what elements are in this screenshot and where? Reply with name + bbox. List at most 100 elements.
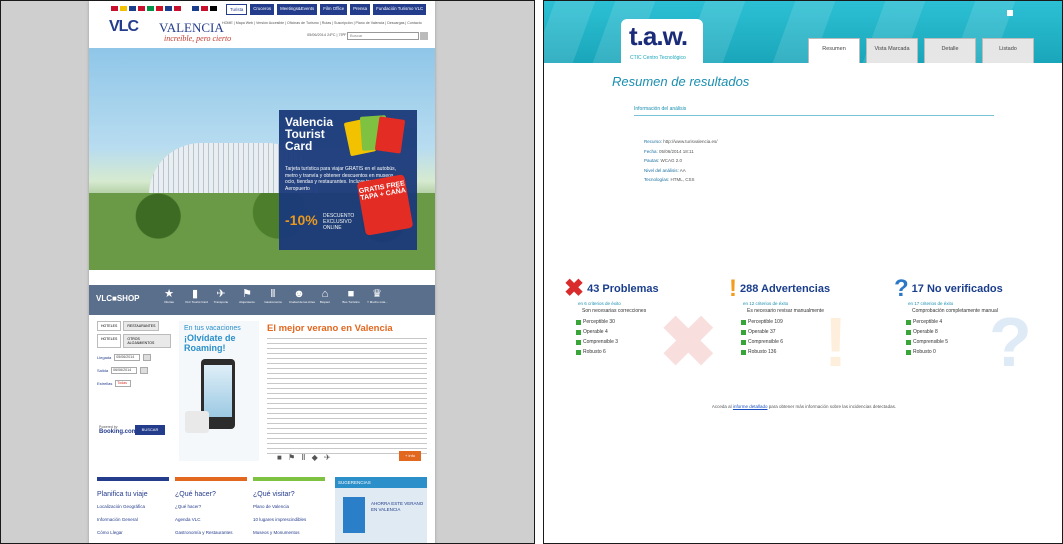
plus-icon[interactable] [741,349,746,355]
close-icon[interactable] [1007,10,1013,16]
calendar-icon[interactable] [140,367,149,374]
tourist-cards-image [343,115,409,157]
shop-item[interactable]: ⚑ Alojamiento [237,288,257,304]
column-link[interactable]: Agenda VLC [175,516,247,524]
plus-icon[interactable] [576,339,581,345]
tab-listado[interactable]: Listado [982,38,1034,63]
language-flag-icon[interactable] [120,6,127,11]
column-link[interactable]: Plano de Valencia [253,503,325,511]
tab-resumen[interactable]: Resumen [808,38,860,63]
calendar-icon[interactable] [143,354,152,361]
column-bar [175,477,247,481]
summary-item[interactable]: Robusto 136 [741,347,879,357]
plus-icon[interactable] [906,339,911,345]
roaming-ad[interactable]: En tus vacaciones ¡Olvídate de Roaming! [179,321,259,461]
summary-item[interactable]: Operable 37 [741,327,879,337]
column-title[interactable]: ¿Qué visitar? [253,491,325,498]
topnav-item[interactable]: Meetings&Events [277,4,318,15]
language-flag-icon[interactable] [201,6,208,11]
plus-icon[interactable] [576,349,581,355]
stars-select[interactable]: Todas [115,380,132,387]
column-link[interactable]: Museos y Monumentos [253,529,325,537]
vlc-shop-bar: VLC■SHOP ★ Ofertas ▮ VLC Tourist Card ✈ Trans… [89,285,435,315]
stars-row: Estrellas Todas [97,380,171,387]
shop-item-icon: ⌂ [321,288,329,300]
shop-item[interactable]: ■ Bus Turístico [341,288,361,304]
column-link[interactable]: Gastronomía y Restaurantes [175,529,247,537]
column-link[interactable]: Cómo Llegar [97,529,169,537]
more-info-button[interactable]: + info [399,451,421,461]
detailed-report-link[interactable]: informe detallado [733,404,768,409]
suggestions-box[interactable]: SUGERENCIAS AHORRA ESTE VERANO EN VALENC… [335,477,427,543]
summary-watermark-icon: ✖ [659,303,718,381]
topnav-item[interactable]: Prensa [350,4,371,15]
tab-detalle[interactable]: Detalle [924,38,976,63]
language-flag-icon[interactable] [156,6,163,11]
departure-input[interactable]: 06/06/2014 [111,367,138,374]
column-title[interactable]: ¿Qué hacer? [175,491,247,498]
summary-item[interactable]: Perceptible 109 [741,317,879,327]
shop-item-icon: ✈ [216,288,226,300]
plus-icon[interactable] [906,349,911,355]
language-flag-icon[interactable] [210,6,217,11]
plus-icon[interactable] [906,329,911,335]
vlc-logo[interactable]: VLC [109,18,139,36]
gratis-badge: GRATIS FREE TAPA + CAÑA [356,174,414,236]
quick-links[interactable]: HOME | Mapa Web | Versión Accesible | Of… [222,21,432,25]
language-flag-icon[interactable] [165,6,172,11]
column-link[interactable]: ¿Qué hacer? [175,503,247,511]
hero-banner[interactable]: Valencia Tourist Card Tarjeta turística … [89,48,435,270]
summary-item[interactable]: Comprensible 6 [741,337,879,347]
booking-tab[interactable]: HOTELES [97,321,122,331]
column-link[interactable]: 10 lugares imprescindibles [253,516,325,524]
language-flag-icon[interactable] [129,6,136,11]
topnav-item[interactable]: Cruceros [250,4,275,15]
booking-subtab[interactable]: OTROS ALOJAMIENTOS [123,334,171,348]
shop-item[interactable]: ▮ VLC Tourist Card [185,288,208,304]
shop-item[interactable]: ★ Ofertas [159,288,179,304]
plus-icon[interactable] [906,319,911,325]
shop-item[interactable]: ✈ Transporte [211,288,231,304]
shop-item[interactable]: Ⅱ Gastronomía [263,288,283,304]
plus-icon[interactable] [741,339,746,345]
analysis-info: Recurso: http://www.turisvalencia.es/Fec… [644,137,718,185]
language-flag-icon[interactable] [183,6,190,11]
vlc-shop-logo[interactable]: VLC■SHOP [96,294,140,303]
plus-icon[interactable] [741,329,746,335]
language-flag-icon[interactable] [174,6,181,11]
column-title[interactable]: Planifica tu viaje [97,491,169,498]
language-flag-icon[interactable] [111,6,118,11]
taw-logo[interactable]: t.a.w. CTIC Centro Tecnológico [621,19,703,63]
shop-item[interactable]: ☻ Ciudad de las Artes [289,288,315,304]
plus-icon[interactable] [741,319,746,325]
report-footer: Acceda al informe detallado para obtener… [544,404,1062,409]
search-input[interactable]: Buscar [347,32,419,40]
language-flag-icon[interactable] [147,6,154,11]
shop-item[interactable]: ⌂ Bioparc [315,288,335,304]
arrival-input[interactable]: 05/06/2014 [114,354,141,361]
plus-icon[interactable] [576,319,581,325]
info-value[interactable]: http://www.turisvalencia.es/ [663,139,717,144]
column-link[interactable]: Información General [97,516,169,524]
language-flag-icon[interactable] [192,6,199,11]
tab-vista-marcada[interactable]: Vista Marcada [866,38,918,63]
topnav-item[interactable]: Fundación Turismo VLC [373,4,427,15]
info-row: Nivel del análisis: AA [644,166,718,176]
share-icons[interactable]: ■ ⚑ Ⅱ ◆ ✈ [277,453,333,462]
column-link[interactable]: Localización Geográfica [97,503,169,511]
page-title: Resumen de resultados [612,74,750,89]
search-button[interactable] [420,32,428,40]
info-value: AA [679,167,686,173]
search-hotels-button[interactable]: BUSCAR [135,425,165,435]
topnav-item[interactable]: Turista [226,4,248,15]
booking-tab[interactable]: RESTAURANTES [123,321,160,331]
plus-icon[interactable] [576,329,581,335]
info-key: Fecha: [644,148,658,154]
article-title[interactable]: El mejor verano en Valencia [267,323,427,334]
topnav-item[interactable]: Film Office [320,4,348,15]
booking-subtab[interactable]: HOTELES [97,334,122,348]
shop-item[interactable]: ♛ Y Mucho más... [367,288,388,304]
language-flag-icon[interactable] [138,6,145,11]
booking-subtabs: HOTELES OTROS ALOJAMIENTOS [97,334,171,348]
shop-item-label: VLC Tourist Card [185,300,208,304]
